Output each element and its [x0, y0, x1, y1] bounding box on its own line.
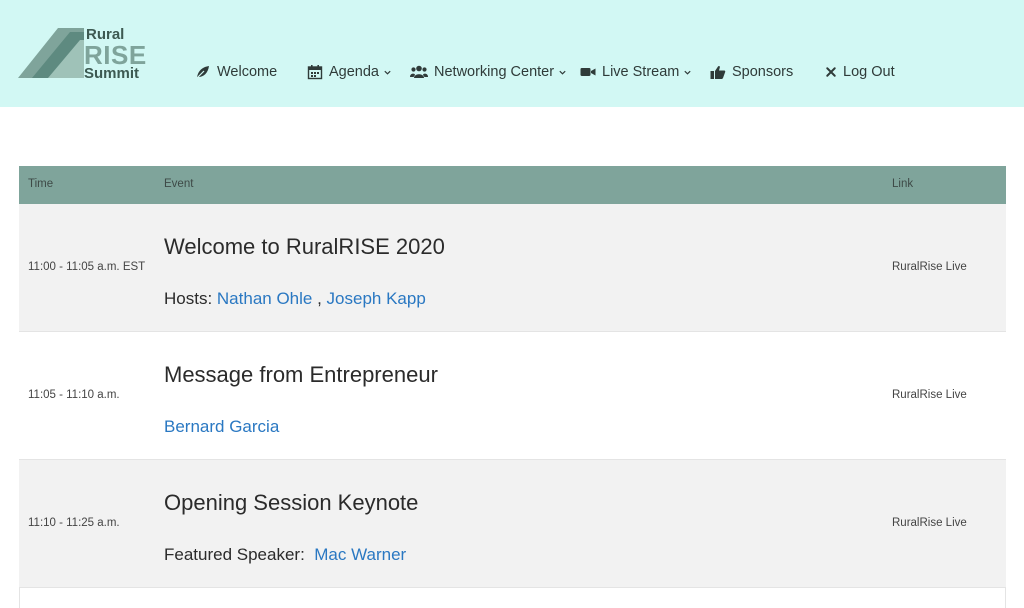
- chevron-down-icon: [384, 70, 391, 75]
- speaker-link[interactable]: Mac Warner: [314, 545, 406, 564]
- rural-rise-summit-logo[interactable]: Rural RISE Summit: [18, 24, 158, 82]
- nav-label-live-stream: Live Stream: [602, 64, 680, 80]
- logo-mountain-icon: [18, 28, 84, 78]
- nav-label-welcome: Welcome: [217, 64, 278, 80]
- event-title: Opening Session Keynote: [164, 490, 419, 515]
- event-stream-link[interactable]: RuralRise Live: [892, 389, 967, 401]
- nav-label-log-out: Log Out: [843, 64, 895, 80]
- table-row: 11:05 - 11:10 a.m. Message from Entrepre…: [19, 332, 1006, 460]
- event-featured-speaker: Featured Speaker: Mac Warner: [164, 545, 406, 565]
- close-icon: [826, 67, 836, 77]
- table-row: 11:10 - 11:25 a.m. Opening Session Keyno…: [19, 460, 1006, 588]
- leaf-icon: [196, 66, 209, 79]
- nav-item-log-out[interactable]: Log Out: [825, 60, 895, 84]
- nav-item-welcome[interactable]: Welcome: [195, 60, 277, 84]
- nav-item-sponsors[interactable]: Sponsors: [710, 60, 793, 84]
- chevron-down-icon: [684, 70, 691, 75]
- event-stream-link[interactable]: RuralRise Live: [892, 517, 967, 529]
- chevron-down-icon: [559, 70, 566, 75]
- table-row: 11:00 - 11:05 a.m. EST Welcome to RuralR…: [19, 204, 1006, 332]
- nav-item-live-stream[interactable]: Live Stream: [580, 60, 692, 84]
- event-time: 11:00 - 11:05 a.m. EST: [28, 261, 146, 273]
- table-header: Time Event Link: [19, 166, 1006, 204]
- event-title: Message from Entrepreneur: [164, 362, 438, 387]
- name-separator: ,: [312, 289, 327, 308]
- event-time: 11:05 - 11:10 a.m.: [28, 389, 120, 401]
- event-title: Welcome to RuralRISE 2020: [164, 234, 445, 259]
- thumbs-up-icon: [710, 66, 726, 79]
- event-time: 11:10 - 11:25 a.m.: [28, 517, 120, 529]
- nav-label-sponsors: Sponsors: [732, 64, 794, 80]
- speaker-link[interactable]: Nathan Ohle: [217, 289, 312, 308]
- featured-speaker-label: Featured Speaker:: [164, 545, 315, 564]
- column-header-event: Event: [164, 178, 194, 190]
- column-header-link: Link: [892, 178, 914, 190]
- speaker-link[interactable]: Bernard Garcia: [164, 417, 279, 436]
- nav-label-agenda: Agenda: [329, 64, 379, 80]
- event-hosts: Hosts: Nathan Ohle , Joseph Kapp: [164, 289, 426, 309]
- users-icon: [410, 65, 428, 78]
- column-header-time: Time: [28, 178, 54, 190]
- calendar-icon: [307, 65, 323, 80]
- nav-label-networking-center: Networking Center: [434, 64, 555, 80]
- hosts-label: Hosts:: [164, 289, 217, 308]
- event-stream-link[interactable]: RuralRise Live: [892, 261, 967, 273]
- site-header: Rural RISE Summit Welcome Agenda Network…: [0, 0, 1024, 107]
- agenda-table: Time Event Link 11:00 - 11:05 a.m. EST W…: [19, 166, 1006, 608]
- nav-item-networking-center[interactable]: Networking Center: [410, 60, 567, 84]
- event-speaker: Bernard Garcia: [164, 417, 279, 437]
- logo-text-summit: Summit: [84, 65, 140, 82]
- table-row: [19, 588, 1006, 608]
- nav-item-agenda[interactable]: Agenda: [307, 60, 392, 84]
- video-camera-icon: [580, 68, 596, 76]
- speaker-link[interactable]: Joseph Kapp: [327, 289, 426, 308]
